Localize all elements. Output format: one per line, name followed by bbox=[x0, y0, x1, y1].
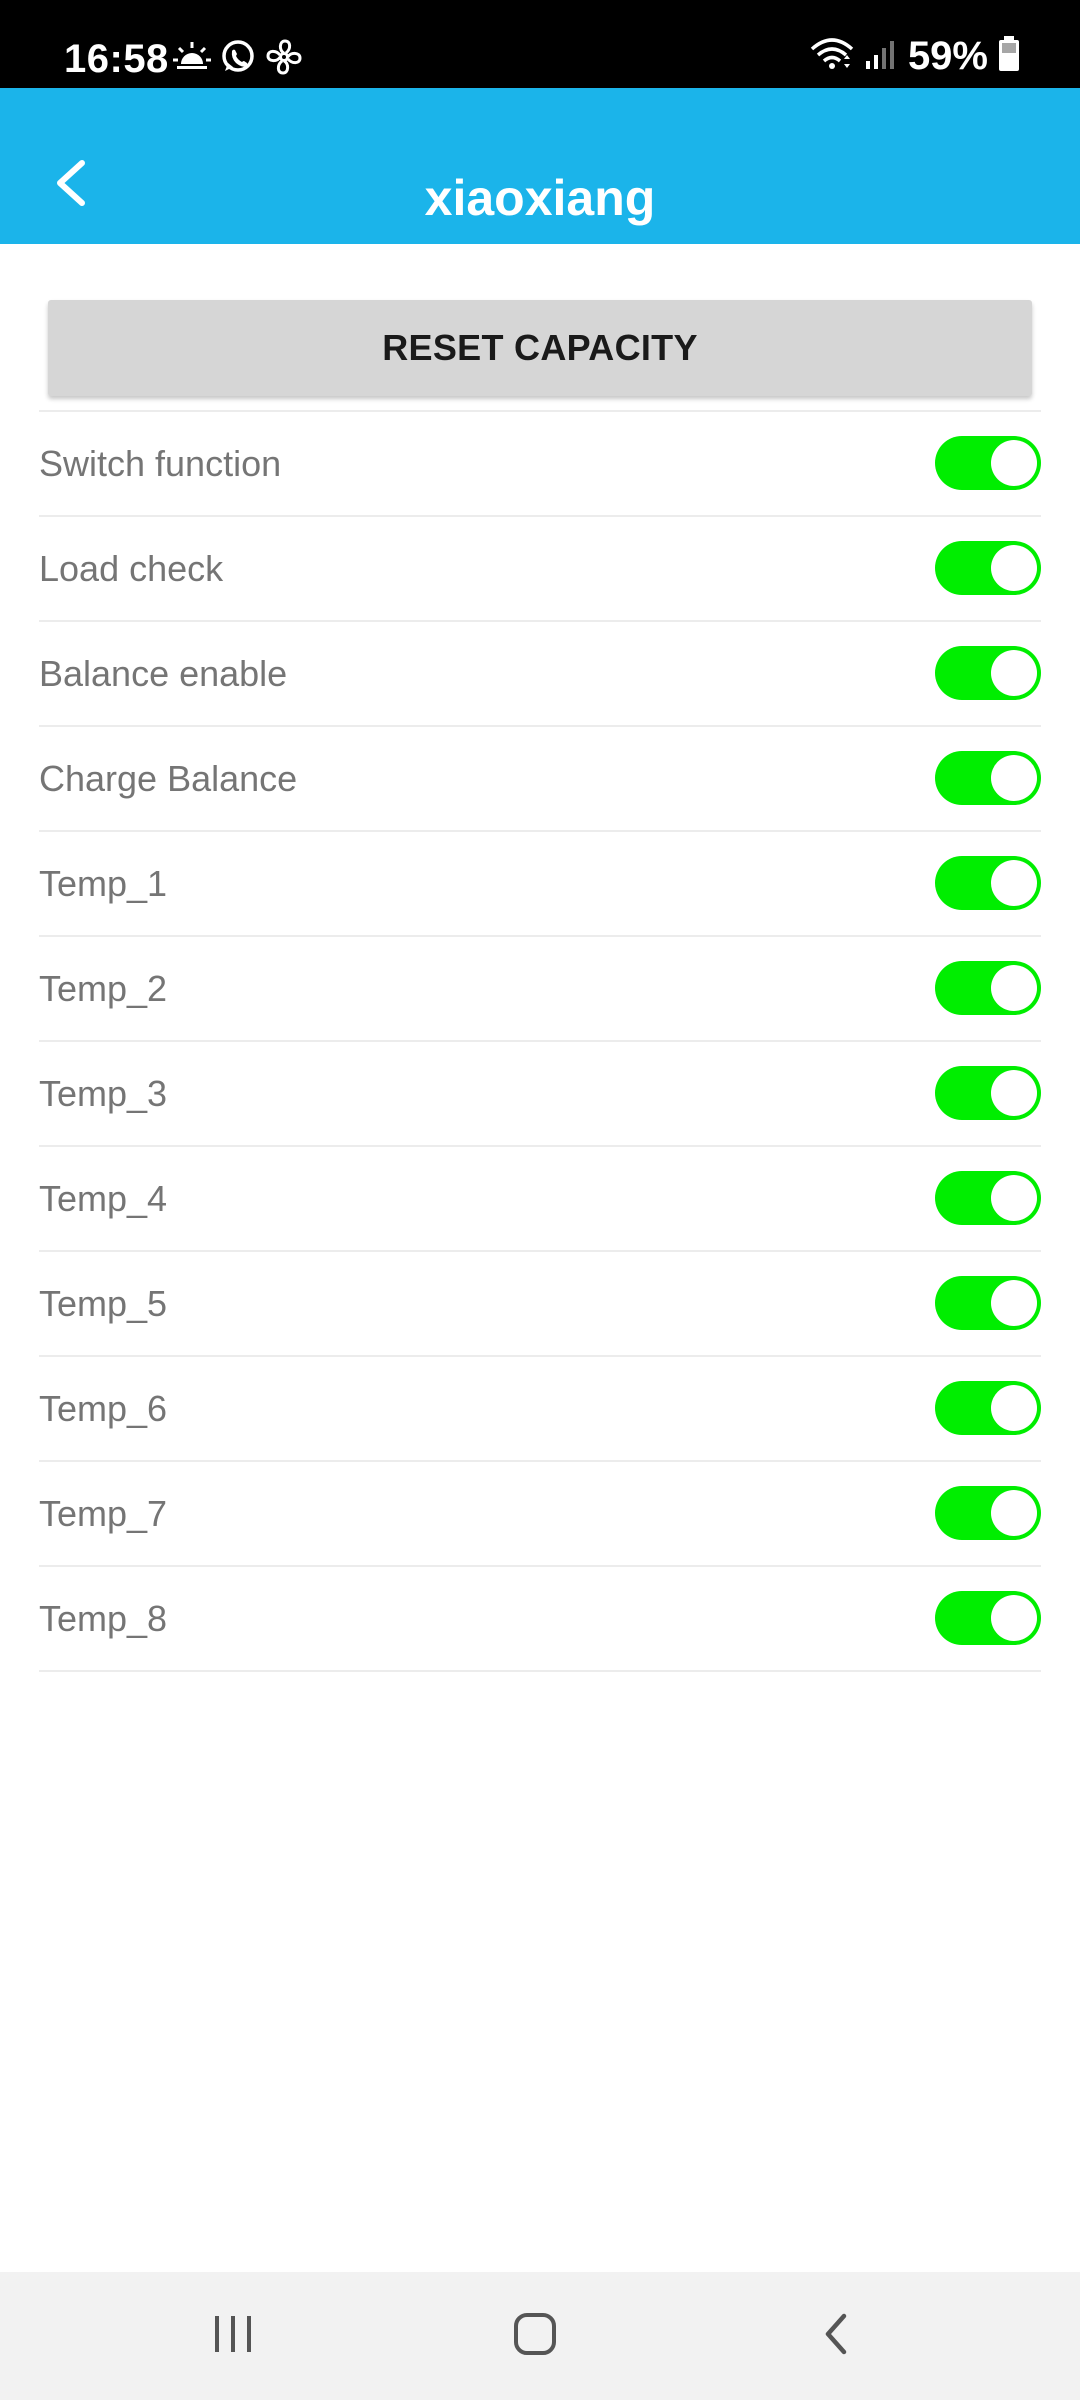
toggle-knob bbox=[991, 1385, 1037, 1431]
setting-label-temp-4: Temp_4 bbox=[39, 1178, 168, 1219]
setting-row-charge-balance: Charge Balance bbox=[39, 727, 1041, 832]
page-title: xiaoxiang bbox=[424, 170, 656, 226]
setting-row-temp-8: Temp_8 bbox=[39, 1567, 1041, 1672]
setting-label-switch-function: Switch function bbox=[39, 443, 282, 484]
home-icon bbox=[512, 2311, 558, 2362]
battery-percent: 59% bbox=[907, 34, 988, 78]
toggle-knob bbox=[991, 1595, 1037, 1641]
weather-sunrise-icon bbox=[173, 40, 211, 79]
toggle-temp-3[interactable] bbox=[935, 1066, 1041, 1120]
fan-icon bbox=[265, 38, 303, 81]
system-icons: 59% bbox=[810, 34, 1020, 79]
toggle-knob bbox=[991, 860, 1037, 906]
toggle-temp-4[interactable] bbox=[935, 1171, 1041, 1225]
setting-label-charge-balance: Charge Balance bbox=[39, 758, 298, 799]
toggle-knob bbox=[991, 545, 1037, 591]
reset-capacity-button[interactable]: RESET CAPACITY bbox=[48, 300, 1032, 396]
toggle-temp-2[interactable] bbox=[935, 961, 1041, 1015]
toggle-load-check[interactable] bbox=[935, 541, 1041, 595]
toggle-balance-enable[interactable] bbox=[935, 646, 1041, 700]
setting-row-temp-2: Temp_2 bbox=[39, 937, 1041, 1042]
setting-row-balance-enable: Balance enable bbox=[39, 622, 1041, 727]
setting-row-temp-5: Temp_5 bbox=[39, 1252, 1041, 1357]
app-bar: xiaoxiang bbox=[0, 88, 1080, 244]
toggle-temp-7[interactable] bbox=[935, 1486, 1041, 1540]
setting-label-temp-1: Temp_1 bbox=[39, 863, 168, 904]
toggle-knob bbox=[991, 1490, 1037, 1536]
settings-list: Switch function Load check Balance enable C… bbox=[39, 410, 1041, 1672]
battery-icon bbox=[998, 36, 1020, 77]
toggle-knob bbox=[991, 965, 1037, 1011]
wifi-icon bbox=[810, 37, 854, 76]
setting-label-temp-7: Temp_7 bbox=[39, 1493, 168, 1534]
toggle-switch-function[interactable] bbox=[935, 436, 1041, 490]
toggle-temp-8[interactable] bbox=[935, 1591, 1041, 1645]
signal-icon bbox=[864, 37, 898, 76]
setting-row-temp-7: Temp_7 bbox=[39, 1462, 1041, 1567]
setting-label-load-check: Load check bbox=[39, 548, 224, 589]
toggle-knob bbox=[991, 440, 1037, 486]
setting-row-temp-1: Temp_1 bbox=[39, 832, 1041, 937]
status-time: 16:58 bbox=[64, 37, 169, 81]
recent-apps-icon bbox=[211, 2312, 255, 2361]
toggle-knob bbox=[991, 1175, 1037, 1221]
system-back-button[interactable] bbox=[767, 2272, 907, 2400]
home-button[interactable] bbox=[465, 2272, 605, 2400]
toggle-temp-6[interactable] bbox=[935, 1381, 1041, 1435]
setting-label-temp-8: Temp_8 bbox=[39, 1598, 168, 1639]
setting-row-temp-3: Temp_3 bbox=[39, 1042, 1041, 1147]
toggle-temp-5[interactable] bbox=[935, 1276, 1041, 1330]
notification-icons bbox=[173, 38, 303, 81]
setting-row-temp-6: Temp_6 bbox=[39, 1357, 1041, 1462]
toggle-knob bbox=[991, 1280, 1037, 1326]
setting-label-temp-2: Temp_2 bbox=[39, 968, 168, 1009]
setting-label-temp-6: Temp_6 bbox=[39, 1388, 168, 1429]
status-bar: 16:58 59% bbox=[0, 0, 1080, 88]
recent-apps-button[interactable] bbox=[163, 2272, 303, 2400]
setting-row-switch-function: Switch function bbox=[39, 412, 1041, 517]
toggle-knob bbox=[991, 650, 1037, 696]
setting-row-temp-4: Temp_4 bbox=[39, 1147, 1041, 1252]
toggle-knob bbox=[991, 1070, 1037, 1116]
setting-label-balance-enable: Balance enable bbox=[39, 653, 288, 694]
setting-row-load-check: Load check bbox=[39, 517, 1041, 622]
back-icon bbox=[820, 2311, 854, 2362]
setting-label-temp-5: Temp_5 bbox=[39, 1283, 168, 1324]
navigation-bar bbox=[0, 2272, 1080, 2400]
toggle-temp-1[interactable] bbox=[935, 856, 1041, 910]
toggle-charge-balance[interactable] bbox=[935, 751, 1041, 805]
toggle-knob bbox=[991, 755, 1037, 801]
whatsapp-icon bbox=[219, 38, 257, 81]
setting-label-temp-3: Temp_3 bbox=[39, 1073, 168, 1114]
